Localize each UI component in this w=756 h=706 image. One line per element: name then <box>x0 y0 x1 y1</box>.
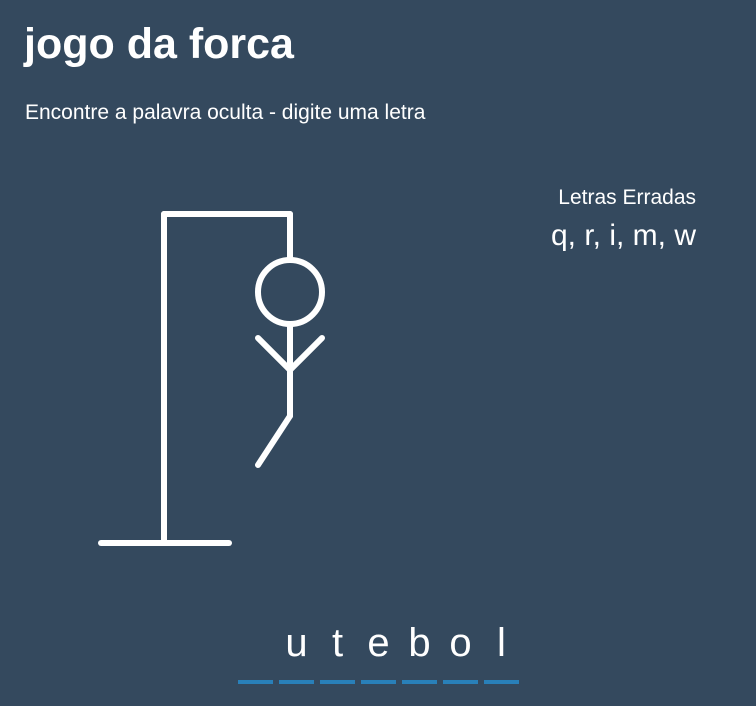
wrong-letters-label: Letras Erradas <box>558 186 696 209</box>
letter-slot: e <box>361 618 396 684</box>
wrong-letters-panel: Letras Erradas q, r, i, m, w <box>551 184 696 256</box>
hidden-word: u t e b o l <box>238 618 519 684</box>
wrong-letters-list: q, r, i, m, w <box>550 219 696 252</box>
letter-slot: l <box>484 618 519 684</box>
hangman-drawing <box>98 211 325 546</box>
hangman-right-arm <box>287 335 325 373</box>
letter-slot: t <box>320 618 355 684</box>
hangman-left-arm <box>255 335 293 373</box>
letter-slot: b <box>402 618 437 684</box>
hangman-left-leg <box>255 413 293 468</box>
hangman-head <box>255 257 325 327</box>
letter-slot: o <box>443 618 478 684</box>
letter-slot <box>238 618 273 684</box>
letter-slot: u <box>279 618 314 684</box>
